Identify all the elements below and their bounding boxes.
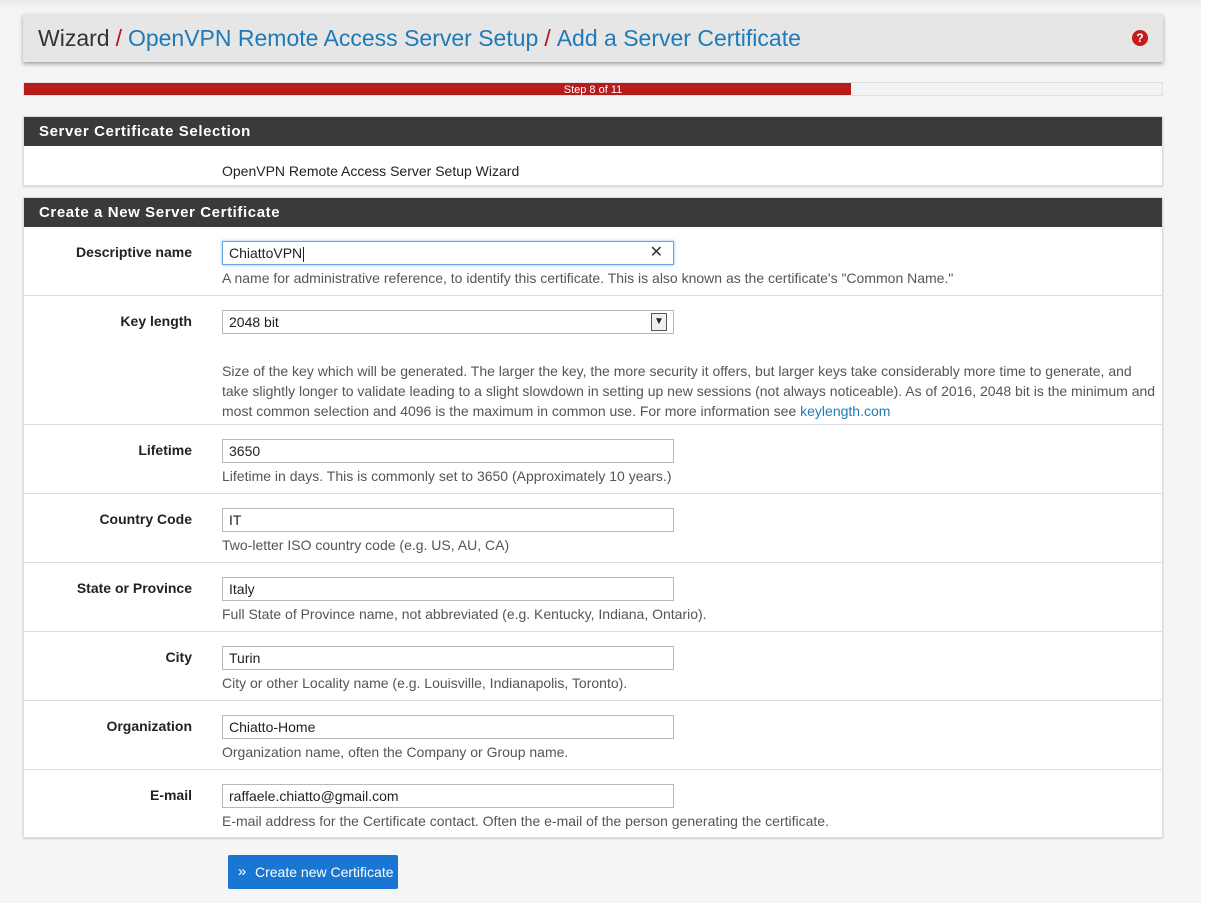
breadcrumb-separator: /	[115, 25, 122, 51]
breadcrumb: Wizard / OpenVPN Remote Access Server Setu…	[38, 14, 801, 62]
button-label: Create new Certificate	[255, 864, 394, 880]
keylength-link[interactable]: keylength.com	[800, 403, 890, 419]
field-label: Lifetime	[138, 442, 192, 458]
field-help: City or other Locality name (e.g. Louisv…	[222, 675, 628, 691]
lifetime-input[interactable]: 3650	[222, 439, 674, 463]
input-value: Italy	[229, 581, 255, 597]
field-label: E-mail	[149, 787, 192, 803]
chevron-down-icon[interactable]: ▼	[651, 313, 667, 331]
field-label: State or Province	[76, 580, 192, 596]
input-value: Turin	[229, 650, 261, 666]
form-row-email: E-mail raffaele.chiatto@gmail.com E-mail…	[24, 770, 1162, 839]
field-label: Country Code	[99, 511, 192, 527]
field-help: Organization name, often the Company or …	[222, 744, 569, 760]
form-row-descriptive-name: Descriptive name ChiattoVPN ✕ A name for …	[24, 227, 1162, 296]
organization-input[interactable]: Chiatto-Home	[222, 715, 674, 739]
form-row-key-length: Key length 2048 bit ▼ Size of the key whi…	[24, 296, 1162, 425]
form-row-country-code: Country Code IT Two-letter ISO country c…	[24, 494, 1162, 563]
scrollbar-gutter	[1201, 0, 1220, 903]
help-text: Size of the key which will be generated.…	[222, 363, 1156, 419]
panel-title: Server Certificate Selection	[24, 117, 1162, 146]
field-help: E-mail address for the Certificate conta…	[222, 813, 829, 829]
form-row-state-province: State or Province Italy Full State of Pr…	[24, 563, 1162, 632]
field-label: City	[165, 649, 192, 665]
select-value: 2048 bit	[229, 314, 279, 330]
input-value: 3650	[229, 443, 261, 459]
key-length-select[interactable]: 2048 bit ▼	[222, 310, 674, 334]
input-value: ChiattoVPN	[229, 245, 303, 261]
create-server-certificate-panel: Create a New Server Certificate Descript…	[23, 197, 1163, 838]
breadcrumb-add-server-certificate[interactable]: Add a Server Certificate	[557, 25, 801, 51]
page-header: Wizard / OpenVPN Remote Access Server Setu…	[23, 14, 1163, 62]
descriptive-name-input[interactable]: ChiattoVPN ✕	[222, 241, 674, 265]
panel-title: Create a New Server Certificate	[24, 198, 1162, 227]
field-label: Key length	[120, 313, 192, 329]
form-row-lifetime: Lifetime 3650 Lifetime in days. This is …	[24, 425, 1162, 494]
create-new-certificate-button[interactable]: » Create new Certificate	[228, 855, 398, 889]
field-help: A name for administrative reference, to …	[222, 270, 954, 286]
field-help: Lifetime in days. This is commonly set t…	[222, 468, 672, 484]
email-input[interactable]: raffaele.chiatto@gmail.com	[222, 784, 674, 808]
times-icon[interactable]: ✕	[650, 242, 663, 264]
city-input[interactable]: Turin	[222, 646, 674, 670]
input-value: raffaele.chiatto@gmail.com	[229, 788, 399, 804]
progress-label: Step 8 of 11	[563, 84, 623, 96]
top-fade	[0, 0, 1201, 8]
server-certificate-selection-panel: Server Certificate Selection OpenVPN Rem…	[23, 116, 1163, 186]
panel-description: OpenVPN Remote Access Server Setup Wizar…	[222, 163, 520, 179]
field-label: Descriptive name	[76, 244, 192, 260]
question-circle-icon[interactable]: ?	[1132, 30, 1148, 46]
field-help: Size of the key which will be generated.…	[222, 361, 1162, 421]
wizard-progress-bar: Step 8 of 11	[23, 82, 1163, 96]
input-value: Chiatto-Home	[229, 719, 316, 735]
field-label: Organization	[106, 718, 192, 734]
breadcrumb-openvpn-wizard[interactable]: OpenVPN Remote Access Server Setup	[128, 25, 538, 51]
form-row-city: City Turin City or other Locality name (…	[24, 632, 1162, 701]
breadcrumb-root: Wizard	[38, 25, 110, 51]
input-value: IT	[229, 512, 242, 528]
text-caret	[303, 246, 305, 262]
breadcrumb-separator: /	[544, 25, 551, 51]
field-help: Full State of Province name, not abbrevi…	[222, 606, 707, 622]
country-code-input[interactable]: IT	[222, 508, 674, 532]
state-province-input[interactable]: Italy	[222, 577, 674, 601]
angle-double-right-icon: »	[237, 863, 247, 880]
form-row-organization: Organization Chiatto-Home Organization n…	[24, 701, 1162, 770]
field-help: Two-letter ISO country code (e.g. US, AU…	[222, 537, 510, 553]
